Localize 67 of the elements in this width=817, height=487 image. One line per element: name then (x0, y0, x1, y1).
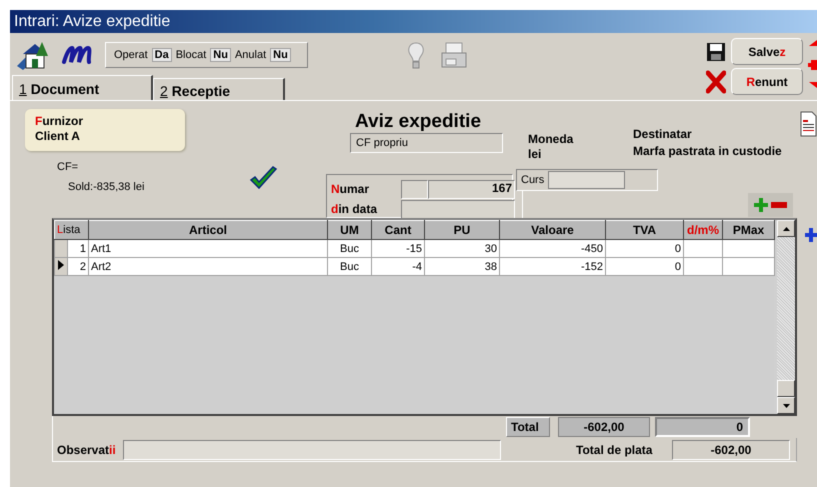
scroll-down-icon[interactable] (782, 404, 790, 408)
lightbulb-icon[interactable] (406, 41, 426, 71)
column-header[interactable]: Articol (88, 220, 328, 240)
column-header[interactable]: PU (424, 220, 500, 240)
series-field[interactable] (401, 180, 428, 198)
balance-text: Sold:-835,38 lei (67, 181, 146, 193)
table-cell: 2 (68, 258, 88, 276)
column-header[interactable]: Cant (372, 220, 424, 240)
save-button[interactable]: Salvez (731, 38, 803, 65)
cancel-icon[interactable] (706, 70, 726, 94)
column-header[interactable]: UM (328, 220, 372, 240)
table-cell: 30 (424, 240, 500, 258)
total-label: Total (506, 417, 550, 437)
column-header[interactable]: TVA (606, 220, 684, 240)
scroll-up-icon[interactable] (782, 226, 790, 230)
date-label: din data (331, 202, 378, 216)
scrollbar[interactable] (777, 220, 795, 414)
document-type-field[interactable]: CF propriu (350, 133, 503, 153)
table-cell: 38 (424, 258, 500, 276)
table-cell: -450 (500, 240, 606, 258)
table-cell: Art1 (88, 240, 328, 258)
table-cell: -15 (372, 240, 424, 258)
recipient-label: Destinatar (633, 126, 693, 143)
flag-label: Anulat (234, 49, 266, 61)
house-icon[interactable] (15, 40, 51, 70)
column-header[interactable]: PMax (722, 220, 774, 240)
recipient-value: Marfa pastrata in custodie (633, 143, 783, 160)
number-label: Numar (331, 182, 370, 196)
payable-value: -602,00 (672, 440, 790, 460)
cancel-button[interactable]: Renunt (731, 68, 803, 95)
flag-value: Da (152, 48, 172, 62)
date-field[interactable] (401, 200, 515, 218)
column-header[interactable]: Valoare (500, 220, 606, 240)
table-cell: 0 (606, 258, 684, 276)
currency-label: Moneda (528, 132, 574, 147)
document-icon[interactable] (800, 111, 817, 137)
number-field[interactable]: 167 (428, 180, 515, 198)
save-icon[interactable] (706, 42, 726, 62)
table-cell: 0 (606, 240, 684, 258)
column-header[interactable]: Lista (54, 220, 88, 240)
total-vat: 0 (655, 417, 750, 437)
notes-label: Observatii (56, 442, 117, 456)
rate-label: Curs (520, 174, 546, 186)
total-value: -602,00 (558, 417, 650, 437)
plus-icon[interactable] (805, 228, 817, 242)
scroll-thumb[interactable] (777, 380, 795, 397)
table-cell: Buc (328, 258, 372, 276)
flag-label: Operat (114, 49, 148, 61)
table-cell: -152 (500, 258, 606, 276)
table-cell: Buc (328, 240, 372, 258)
flag-label: Blocat (176, 49, 206, 61)
payable-label: Total de plata (576, 442, 654, 456)
rate-field[interactable] (548, 171, 626, 189)
table-cell: 1 (68, 240, 88, 258)
supplier-card[interactable]: Furnizor Client A (25, 109, 185, 151)
table-cell: -4 (372, 258, 424, 276)
checkmark-icon (248, 166, 278, 192)
document-title: Aviz expeditie (354, 112, 482, 132)
tab[interactable]: 1 Document (12, 75, 153, 100)
notes-field[interactable] (123, 440, 501, 460)
tab[interactable]: 2 Receptie (153, 78, 285, 100)
window-title: Intrari: Avize expeditie (10, 10, 817, 33)
flag-value: Nu (210, 48, 231, 62)
flag-value: Nu (270, 48, 291, 62)
table-cell: Art2 (88, 258, 328, 276)
cf-label: CF= (57, 161, 80, 173)
currency-value: lei (528, 147, 542, 162)
